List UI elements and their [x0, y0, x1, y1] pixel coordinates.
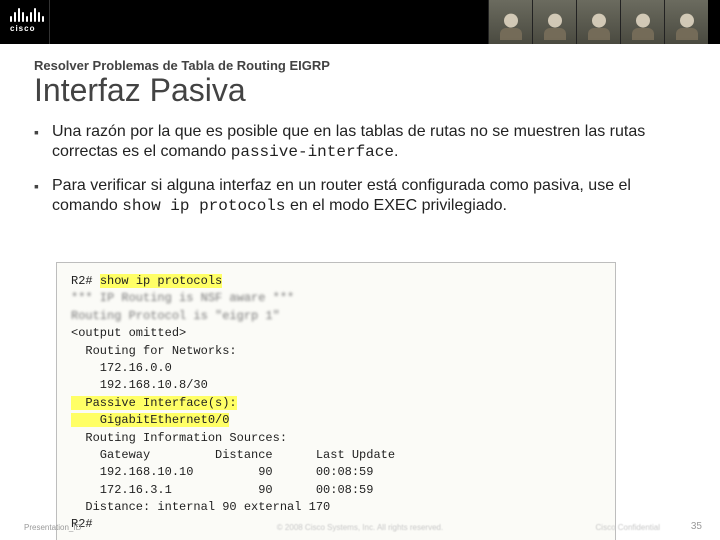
slide: cisco Resolver Problemas de Tabla de Rou… [0, 0, 720, 540]
term-line-05: Routing for Networks: [71, 344, 237, 358]
terminal-box: R2# show ip protocols *** IP Routing is … [56, 262, 616, 540]
term-line-11: Gateway Distance Last Update [71, 448, 395, 462]
term-line-06: 172.16.0.0 [71, 361, 172, 375]
footer-presentation-id: Presentation_ID [24, 523, 81, 532]
logo-separator [49, 0, 50, 44]
term-line-04: <output omitted> [71, 326, 186, 340]
bullet-2-text-post: en el modo EXEC privilegiado. [286, 197, 507, 214]
people-collage [488, 0, 708, 44]
footer-confidential: Cisco Confidential [596, 523, 660, 532]
term-line-10: Routing Information Sources: [71, 431, 287, 445]
term-line-01-cmd: show ip protocols [100, 274, 222, 288]
bullet-1: Una razón por la que es posible que en l… [34, 122, 686, 162]
term-line-08: Passive Interface(s): [71, 396, 237, 410]
term-line-12: 192.168.10.10 90 00:08:59 [71, 465, 373, 479]
top-bar: cisco [0, 0, 720, 44]
page-title: Interfaz Pasiva [34, 72, 246, 109]
footer-page-number: 35 [691, 521, 702, 532]
term-line-09: GigabitEthernet0/0 [71, 413, 229, 427]
term-line-01-prompt: R2# [71, 274, 100, 288]
footer-copyright: © 2008 Cisco Systems, Inc. All rights re… [277, 523, 443, 532]
bullet-2: Para verificar si alguna interfaz en un … [34, 176, 686, 216]
kicker-heading: Resolver Problemas de Tabla de Routing E… [34, 58, 330, 73]
cisco-logo-text: cisco [10, 24, 35, 33]
cisco-logo-icon [10, 6, 44, 22]
body-text: Una razón por la que es posible que en l… [34, 122, 686, 230]
bullet-1-code: passive-interface [231, 143, 394, 161]
term-line-07: 192.168.10.8/30 [71, 378, 208, 392]
cisco-logo: cisco [10, 6, 44, 33]
term-line-02: *** IP Routing is NSF aware *** [71, 291, 294, 305]
term-line-13: 172.16.3.1 90 00:08:59 [71, 483, 373, 497]
bullet-1-text-post: . [394, 143, 398, 160]
bullet-2-code: show ip protocols [122, 197, 285, 215]
terminal-output: R2# show ip protocols *** IP Routing is … [56, 262, 616, 540]
term-line-03: Routing Protocol is "eigrp 1" [71, 309, 280, 323]
term-line-14: Distance: internal 90 external 170 [71, 500, 330, 514]
